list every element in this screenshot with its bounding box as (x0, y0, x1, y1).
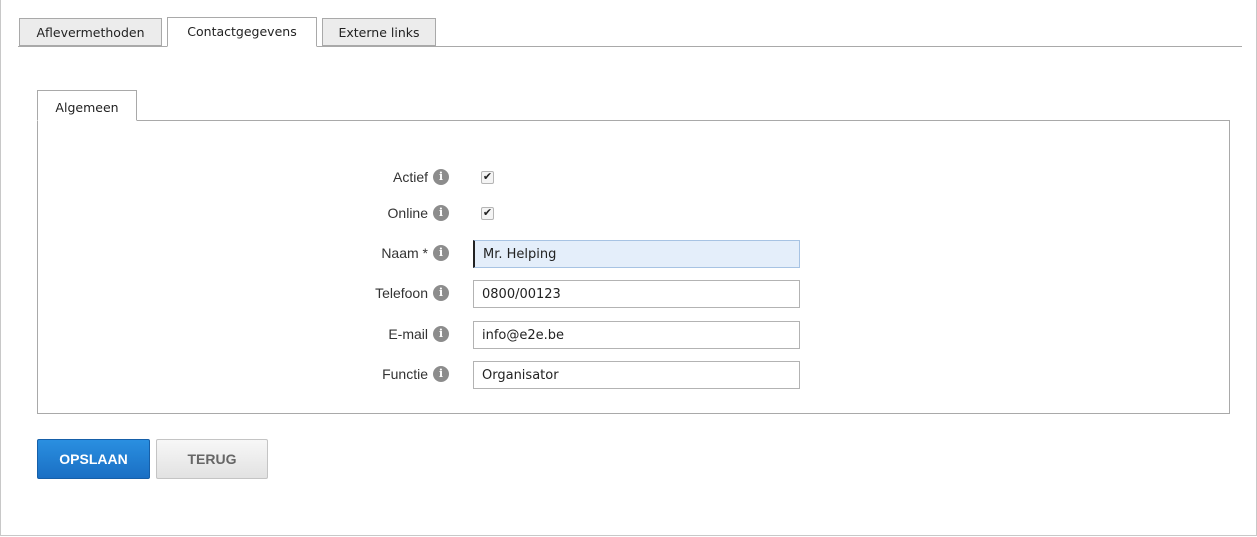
email-label: E-mail (388, 326, 428, 342)
online-row: Online i ✔ (0, 200, 1257, 226)
naam-input[interactable] (473, 240, 800, 268)
info-icon[interactable]: i (433, 169, 449, 185)
telefoon-input[interactable] (473, 280, 800, 308)
back-button[interactable]: TERUG (156, 439, 268, 479)
email-row: E-mail i (0, 321, 1257, 349)
info-icon[interactable]: i (433, 366, 449, 382)
tab-aflevermethoden[interactable]: Aflevermethoden (19, 18, 162, 46)
naam-label: Naam * (381, 245, 428, 261)
info-icon[interactable]: i (433, 205, 449, 221)
functie-label: Functie (382, 366, 428, 382)
tab-externe-links[interactable]: Externe links (322, 18, 436, 46)
actief-row: Actief i ✔ (0, 164, 1257, 190)
functie-row: Functie i (0, 361, 1257, 389)
info-icon[interactable]: i (433, 285, 449, 301)
actief-checkbox[interactable]: ✔ (481, 171, 494, 184)
info-icon[interactable]: i (433, 326, 449, 342)
functie-input[interactable] (473, 361, 800, 389)
tab-algemeen[interactable]: Algemeen (37, 90, 137, 121)
online-checkbox[interactable]: ✔ (481, 207, 494, 220)
save-button[interactable]: OPSLAAN (37, 439, 150, 479)
telefoon-label: Telefoon (375, 285, 428, 301)
actief-label: Actief (392, 169, 428, 185)
telefoon-row: Telefoon i (0, 280, 1257, 308)
online-label: Online (387, 205, 428, 221)
email-input[interactable] (473, 321, 800, 349)
info-icon[interactable]: i (433, 245, 449, 261)
naam-row: Naam * i (0, 240, 1257, 268)
tab-contactgegevens[interactable]: Contactgegevens (167, 17, 317, 47)
